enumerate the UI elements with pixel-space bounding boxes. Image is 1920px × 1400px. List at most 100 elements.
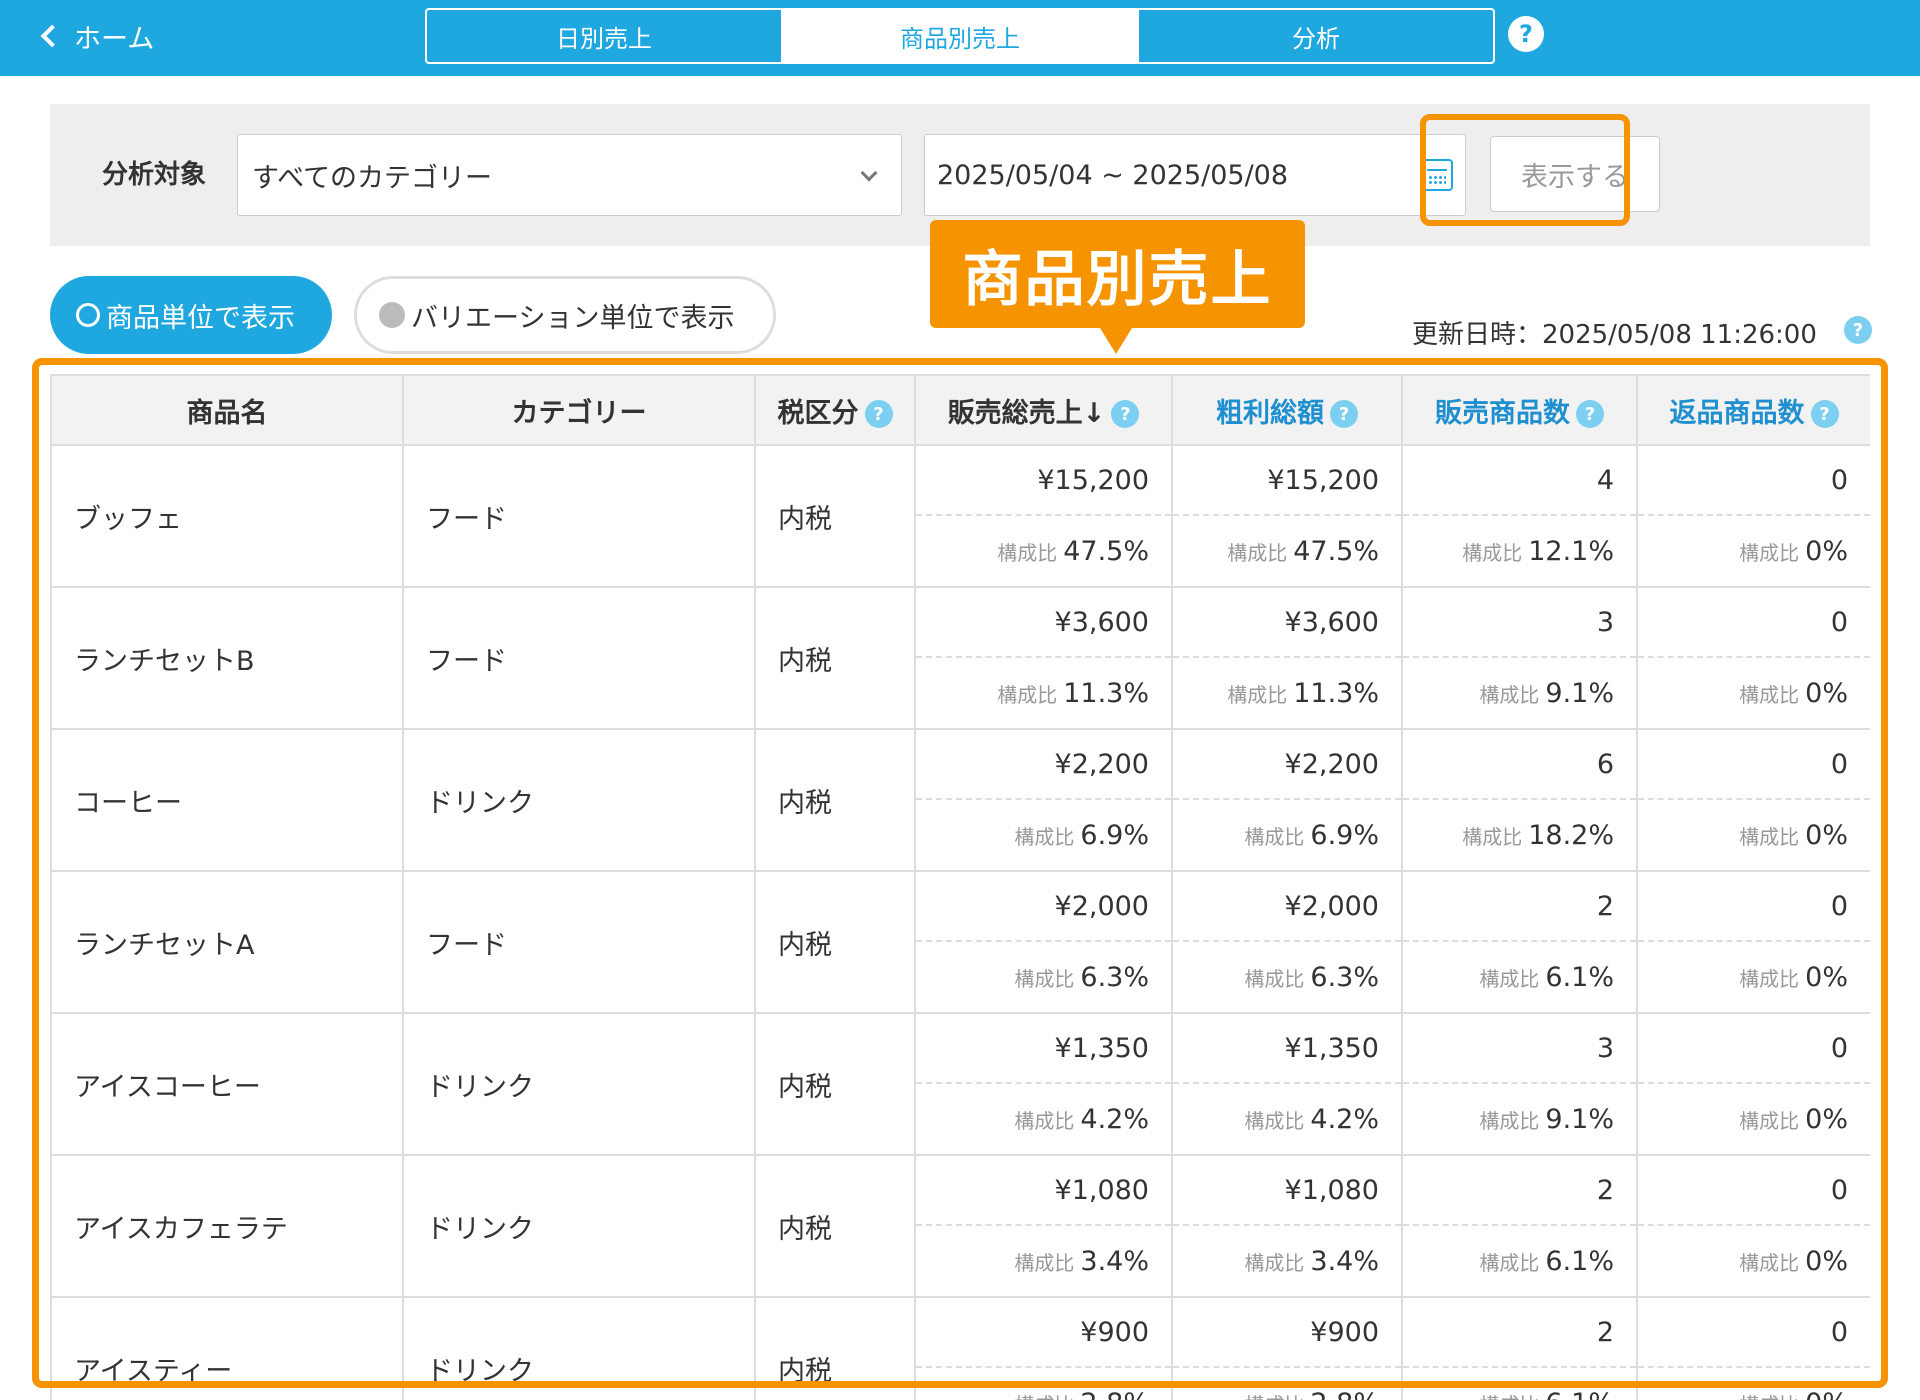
product-name-cell: アイスカフェラテ [50, 1154, 404, 1298]
back-home-button[interactable]: ホーム [36, 14, 154, 58]
top-navigation-bar: ホーム 日別売上 商品別売上 分析 ? [0, 0, 1920, 76]
category-select[interactable]: すべてのカテゴリー [237, 134, 902, 216]
help-icon[interactable]: ? [864, 400, 893, 428]
help-icon[interactable]: ? [1508, 16, 1544, 52]
product-name-cell: ランチセットB [50, 586, 404, 730]
callout-label: 商品別売上 [930, 220, 1305, 328]
sold-quantity-cell: 2 構成比6.1% [1401, 1154, 1638, 1298]
tax-type: 内税 [778, 1071, 832, 1103]
help-icon[interactable]: ? [1810, 400, 1839, 428]
product-sales-table-container: 商品名 カテゴリー 税区分? 販売総売上↓? 粗利総額? 販売商品数? 返品商品… [50, 374, 1870, 1400]
sold-quantity-value: 4 [1596, 464, 1614, 496]
product-name: コーヒー [74, 787, 182, 819]
product-category: ドリンク [426, 1071, 534, 1103]
returned-quantity-value: 0 [1830, 1316, 1848, 1348]
column-header-returned-quantity[interactable]: 返品商品数? [1636, 374, 1870, 446]
product-unit-toggle[interactable]: 商品単位で表示 [50, 276, 332, 354]
tab-product-sales[interactable]: 商品別売上 [781, 10, 1137, 62]
returned-quantity-value: 0 [1830, 1174, 1848, 1206]
tax-cell: 内税 [754, 1012, 916, 1156]
tab-analysis[interactable]: 分析 [1137, 10, 1493, 62]
sold-quantity-value: 2 [1596, 1174, 1614, 1206]
product-category: フード [426, 645, 507, 677]
column-header-gross-profit[interactable]: 粗利総額? [1171, 374, 1403, 446]
total-sales-value: ¥1,080 [1054, 1174, 1149, 1206]
total-sales-value: ¥1,350 [1054, 1032, 1149, 1064]
gross-profit-value: ¥1,080 [1284, 1174, 1379, 1206]
returned-quantity-cell: 0 構成比0% [1636, 586, 1870, 730]
gross-profit-ratio: 6.9% [1310, 819, 1379, 851]
sold-quantity-ratio: 18.2% [1528, 819, 1614, 851]
tax-type: 内税 [778, 1213, 832, 1245]
gross-profit-cell: ¥1,350 構成比 4.2% [1171, 1012, 1403, 1156]
column-header-sold-quantity[interactable]: 販売商品数? [1401, 374, 1638, 446]
product-name: アイスコーヒー [74, 1071, 261, 1103]
product-name-cell: コーヒー [50, 728, 404, 872]
report-tabs: 日別売上 商品別売上 分析 [425, 8, 1495, 64]
gross-profit-value: ¥3,600 [1284, 606, 1379, 638]
sold-quantity-value: 6 [1596, 748, 1614, 780]
returned-quantity-cell: 0構成比0% [1636, 870, 1870, 1014]
gross-profit-cell: ¥2,200 構成比 6.9% [1171, 728, 1403, 872]
ratio-label: 構成比 [997, 540, 1058, 565]
category-cell: ドリンク [402, 1296, 756, 1400]
gross-profit-ratio: 3.4% [1310, 1245, 1379, 1277]
ratio-label: 構成比 [1244, 824, 1305, 849]
ratio-label: 構成比 [1462, 824, 1523, 849]
sold-quantity-value: 2 [1596, 1316, 1614, 1348]
total-sales-value: ¥2,000 [1054, 890, 1149, 922]
product-category: フード [426, 503, 507, 535]
product-category: ドリンク [426, 1213, 534, 1245]
column-header-category: カテゴリー [402, 374, 756, 446]
variation-unit-toggle[interactable]: バリエーション単位で表示 [354, 276, 776, 354]
gross-profit-ratio: 11.3% [1293, 677, 1379, 709]
help-icon[interactable]: ? [1576, 400, 1604, 428]
category-cell: フード [402, 586, 756, 730]
product-category: フード [426, 929, 507, 961]
gross-profit-value: ¥900 [1310, 1316, 1379, 1348]
tax-cell: 内税 [754, 1154, 916, 1298]
ratio-label: 構成比 [1244, 1250, 1305, 1275]
column-header-total-sales[interactable]: 販売総売上↓? [914, 374, 1173, 446]
sold-quantity-cell: 3 構成比 9.1% [1401, 586, 1638, 730]
total-sales-ratio: 3.4% [1080, 1245, 1149, 1277]
date-range-field[interactable]: 2025/05/04 ~ 2025/05/08 [924, 134, 1466, 216]
tax-type: 内税 [778, 787, 832, 819]
sold-quantity-cell: 3 構成比 9.1% [1401, 1012, 1638, 1156]
sold-quantity-ratio: 6.1% [1545, 961, 1614, 993]
ratio-label: 構成比 [1479, 1108, 1540, 1133]
returned-quantity-value: 0 [1830, 606, 1848, 638]
table-row: アイスカフェラテ ドリンク 内税 ¥1,080 構成比 3.4% ¥1,080 構成比 3.4%… [50, 1154, 1870, 1298]
tab-daily-sales[interactable]: 日別売上 [427, 10, 781, 62]
chevron-left-icon [40, 24, 64, 48]
total-sales-cell: ¥2,000 構成比 6.3% [914, 870, 1173, 1014]
ratio-label: 構成比 [1227, 682, 1288, 707]
ratio-label: 構成比 [1739, 966, 1800, 991]
returned-quantity-cell: 0構成比0% [1636, 1012, 1870, 1156]
category-cell: ドリンク [402, 1154, 756, 1298]
ratio-label: 構成比 [1739, 682, 1800, 707]
product-category: ドリンク [426, 1355, 534, 1387]
returned-quantity-cell: 0構成比0% [1636, 1296, 1870, 1400]
total-sales-ratio: 4.2% [1080, 1103, 1149, 1135]
sold-quantity-ratio: 9.1% [1545, 677, 1614, 709]
table-row: ランチセットB フード 内税 ¥3,600 構成比 11.3% ¥3,600 構成比 11.3%… [50, 586, 1870, 730]
gross-profit-ratio: 4.2% [1310, 1103, 1379, 1135]
product-name-cell: ランチセットA [50, 870, 404, 1014]
help-icon[interactable]: ? [1330, 400, 1358, 428]
returned-quantity-ratio: 0% [1805, 819, 1848, 851]
ratio-label: 構成比 [1227, 540, 1288, 565]
total-sales-ratio: 6.3% [1080, 961, 1149, 993]
radio-selected-icon [76, 303, 100, 327]
returned-quantity-ratio: 0% [1805, 677, 1848, 709]
total-sales-ratio: 2.8% [1080, 1388, 1149, 1400]
variation-unit-label: バリエーション単位で表示 [411, 302, 735, 334]
help-icon[interactable]: ? [1844, 316, 1872, 344]
ratio-label: 構成比 [1479, 1250, 1540, 1275]
total-sales-cell: ¥1,080 構成比 3.4% [914, 1154, 1173, 1298]
sold-quantity-value: 2 [1596, 890, 1614, 922]
radio-unselected-icon [379, 302, 405, 328]
returned-quantity-ratio: 0% [1805, 1103, 1848, 1135]
chevron-down-icon [860, 164, 878, 182]
help-icon[interactable]: ? [1111, 400, 1140, 428]
